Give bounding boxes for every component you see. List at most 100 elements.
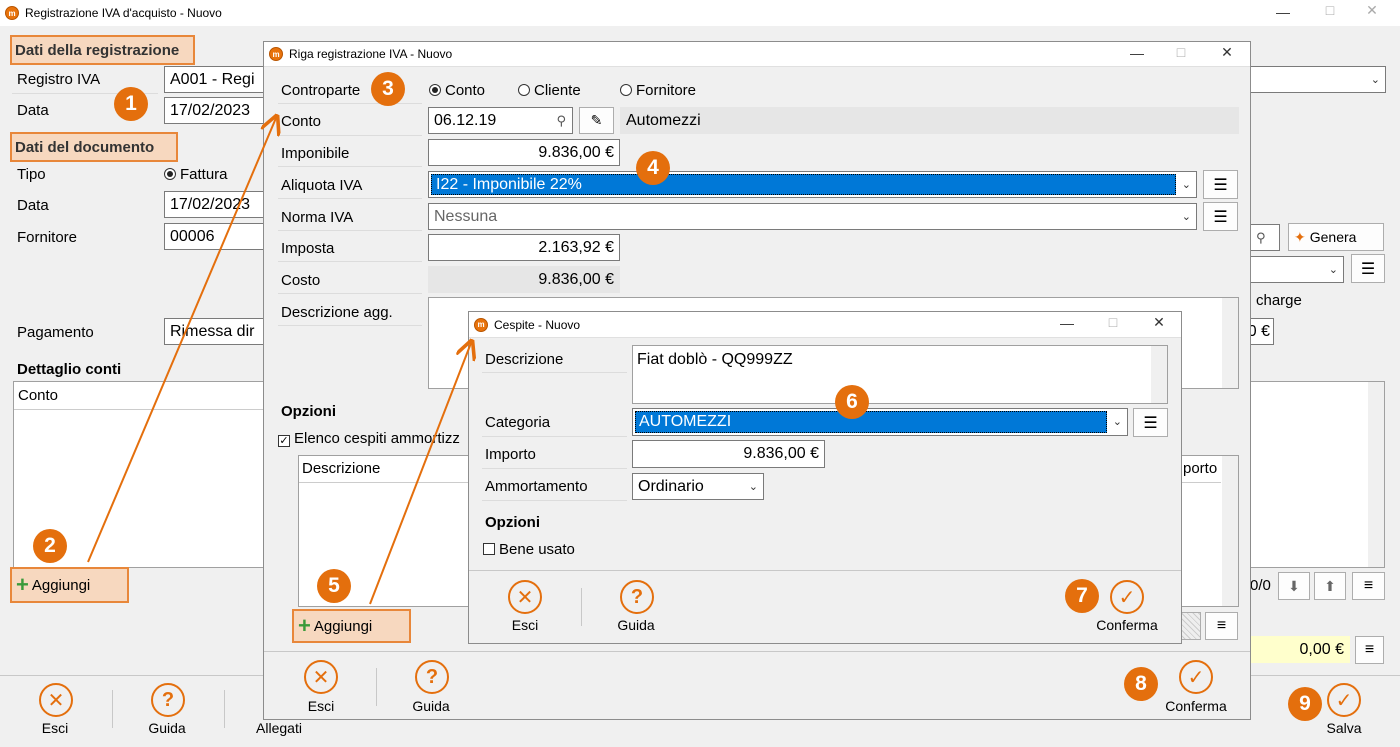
list-button[interactable]: ☰ bbox=[1351, 254, 1385, 283]
scrollbar[interactable] bbox=[1222, 298, 1238, 388]
move-up-button[interactable]: ⬆ bbox=[1314, 572, 1346, 600]
cespite-conferma-label[interactable]: Conferma bbox=[1087, 617, 1167, 633]
cespite-guida-label[interactable]: Guida bbox=[606, 617, 666, 633]
data-doc-field[interactable]: 17/02/2023 bbox=[164, 191, 264, 218]
main-esci-icon[interactable]: ✕ bbox=[39, 683, 73, 717]
data-field[interactable]: 17/02/2023 bbox=[164, 97, 264, 124]
genera-button[interactable]: ✦ Genera bbox=[1288, 223, 1384, 251]
footer-sep bbox=[112, 690, 113, 728]
controparte-cliente-radio[interactable]: Cliente bbox=[518, 82, 581, 99]
riga-aggiungi-button[interactable]: + Aggiungi bbox=[292, 609, 411, 643]
main-esci-label[interactable]: Esci bbox=[25, 720, 85, 736]
ammortamento-select[interactable]: Ordinario ⌄ bbox=[632, 473, 764, 500]
scrollbar[interactable] bbox=[1151, 346, 1167, 403]
table-menu-button[interactable]: ≡ bbox=[1352, 572, 1385, 600]
main-window-title: Registrazione IVA d'acquisto - Nuovo bbox=[25, 6, 222, 20]
aggiungi-label: Aggiungi bbox=[31, 576, 91, 594]
total-menu-button[interactable]: ≡ bbox=[1355, 636, 1384, 664]
riga-esci-icon[interactable]: ✕ bbox=[304, 660, 338, 694]
fornitore-search-field[interactable]: ⚲ bbox=[1250, 224, 1280, 251]
app-logo-icon: m bbox=[5, 6, 19, 20]
cespite-window: m Cespite - Nuovo — □ ✕ Descrizione Fiat… bbox=[468, 311, 1182, 644]
norma-list-button[interactable]: ☰ bbox=[1203, 202, 1238, 231]
row-divider bbox=[278, 166, 422, 167]
aliquota-list-button[interactable]: ☰ bbox=[1203, 170, 1238, 199]
riga-guida-label[interactable]: Guida bbox=[401, 698, 461, 714]
cespite-descrizione-textarea[interactable]: Fiat doblò - QQ999ZZ bbox=[632, 345, 1168, 404]
maximize-icon[interactable]: □ bbox=[1090, 314, 1136, 330]
riga-guida-icon[interactable]: ? bbox=[415, 660, 449, 694]
maximize-icon[interactable]: □ bbox=[1158, 44, 1204, 60]
arrow-up-icon: ⬆ bbox=[1324, 577, 1336, 594]
main-salva-label[interactable]: Salva bbox=[1314, 720, 1374, 736]
tipo-fattura-radio[interactable]: Fattura bbox=[164, 166, 228, 183]
controparte-fornitore-radio[interactable]: Fornitore bbox=[620, 82, 696, 99]
step-badge-6: 6 bbox=[835, 385, 869, 419]
main-guida-label[interactable]: Guida bbox=[137, 720, 197, 736]
aggiungi-button[interactable]: + Aggiungi bbox=[10, 567, 129, 603]
scrollbar[interactable] bbox=[1222, 456, 1238, 606]
imponibile-field[interactable]: 9.836,00 € bbox=[428, 139, 620, 166]
move-down-button[interactable]: ⬇ bbox=[1278, 572, 1310, 600]
total-field: 0,00 € bbox=[1250, 636, 1350, 663]
categoria-value: AUTOMEZZI bbox=[635, 411, 1107, 433]
search-icon[interactable]: ⚲ bbox=[556, 113, 566, 129]
registro-dropdown[interactable]: ⌄ bbox=[1250, 66, 1386, 93]
cespite-esci-icon[interactable]: ✕ bbox=[508, 580, 542, 614]
norma-label: Norma IVA bbox=[281, 209, 354, 226]
aliquota-select[interactable]: I22 - Imponibile 22% ⌄ bbox=[428, 171, 1197, 198]
close-icon[interactable]: ✕ bbox=[1204, 44, 1250, 61]
minimize-icon[interactable]: — bbox=[1114, 45, 1160, 61]
charge-amount-field[interactable]: 0 € bbox=[1250, 318, 1274, 345]
radio-icon bbox=[518, 84, 530, 96]
riga-conferma-icon[interactable]: ✓ bbox=[1179, 660, 1213, 694]
costo-field: 9.836,00 € bbox=[428, 266, 620, 293]
row-divider bbox=[278, 261, 422, 262]
row-divider bbox=[482, 372, 627, 373]
maximize-icon[interactable]: □ bbox=[1307, 2, 1353, 18]
controparte-conto-radio[interactable]: Conto bbox=[429, 82, 485, 99]
cespiti-menu-button[interactable]: ≡ bbox=[1205, 612, 1238, 640]
fornitore-dropdown[interactable]: ⌄ bbox=[1250, 256, 1344, 283]
imposta-field[interactable]: 2.163,92 € bbox=[428, 234, 620, 261]
dettaglio-table-right[interactable] bbox=[1249, 381, 1385, 568]
chevron-down-icon: ⌄ bbox=[1328, 263, 1338, 276]
norma-select[interactable]: Nessuna ⌄ bbox=[428, 203, 1197, 230]
fornitore-field[interactable]: 00006 bbox=[164, 223, 264, 250]
scrollbar[interactable] bbox=[1368, 382, 1384, 567]
main-allegati-label[interactable]: Allegati bbox=[248, 720, 310, 736]
riga-conferma-label[interactable]: Conferma bbox=[1156, 698, 1236, 714]
riga-esci-label[interactable]: Esci bbox=[291, 698, 351, 714]
main-guida-icon[interactable]: ? bbox=[151, 683, 185, 717]
cespite-guida-icon[interactable]: ? bbox=[620, 580, 654, 614]
row-divider bbox=[278, 135, 422, 136]
cespiti-checkbox[interactable]: ✓ Elenco cespiti ammortizz bbox=[278, 430, 460, 447]
cespiti-checkbox-label: Elenco cespiti ammortizz bbox=[294, 430, 460, 447]
close-icon[interactable]: ✕ bbox=[1136, 314, 1182, 331]
cespite-conferma-icon[interactable]: ✓ bbox=[1110, 580, 1144, 614]
cespite-esci-label[interactable]: Esci bbox=[495, 617, 555, 633]
pagamento-field[interactable]: Rimessa dir bbox=[164, 318, 264, 345]
minimize-icon[interactable]: — bbox=[1260, 4, 1306, 20]
opt-fornitore-label: Fornitore bbox=[636, 82, 697, 99]
conto-label: Conto bbox=[281, 113, 322, 130]
riga-footer-divider bbox=[264, 651, 1250, 652]
close-icon[interactable]: ✕ bbox=[1349, 2, 1395, 19]
opt-conto-label: Conto bbox=[445, 82, 486, 99]
sparkle-icon: ✦ bbox=[1294, 228, 1306, 245]
step-badge-7: 7 bbox=[1065, 579, 1099, 613]
step-badge-4: 4 bbox=[636, 151, 670, 185]
app-logo-icon: m bbox=[269, 47, 283, 61]
importo-field[interactable]: 9.836,00 € bbox=[632, 440, 825, 468]
minimize-icon[interactable]: — bbox=[1044, 315, 1090, 331]
categoria-list-button[interactable]: ☰ bbox=[1133, 408, 1168, 437]
conto-field[interactable]: 06.12.19 ⚲ bbox=[428, 107, 573, 134]
data-doc-label: Data bbox=[17, 197, 49, 214]
bene-usato-checkbox[interactable]: Bene usato bbox=[483, 541, 575, 558]
main-salva-icon[interactable]: ✓ bbox=[1327, 683, 1361, 717]
conto-edit-button[interactable]: ✎ bbox=[579, 107, 614, 134]
registro-field[interactable]: A001 - Regi bbox=[164, 66, 264, 93]
footer-sep bbox=[224, 690, 225, 728]
col-descrizione-header: Descrizione bbox=[302, 460, 381, 477]
categoria-select[interactable]: AUTOMEZZI ⌄ bbox=[632, 408, 1128, 436]
